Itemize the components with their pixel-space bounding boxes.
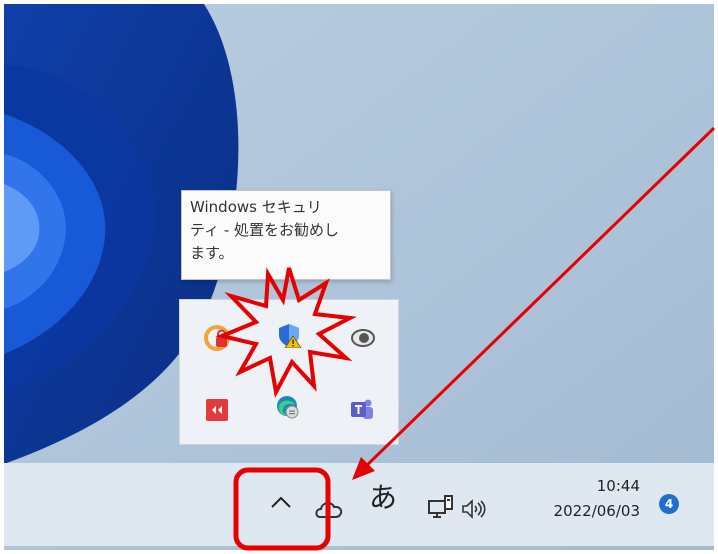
clock-time[interactable]: 10:44	[540, 477, 640, 495]
ime-mode-indicator[interactable]: あ	[369, 476, 397, 516]
network-icon[interactable]	[427, 494, 455, 522]
windows-security-warning-icon[interactable]	[276, 322, 302, 348]
notification-badge[interactable]: 4	[659, 494, 679, 514]
hidden-icons-tray	[179, 299, 399, 445]
vpn-lock-icon[interactable]	[204, 325, 230, 351]
volume-icon[interactable]	[461, 498, 487, 520]
show-hidden-icons-button[interactable]	[270, 490, 292, 515]
onedrive-icon[interactable]	[314, 497, 344, 519]
edge-icon[interactable]	[275, 394, 301, 420]
windows-security-tooltip: Windows セキュリ ティ - 処置をお勧めし ます。	[181, 190, 391, 280]
clock-date[interactable]: 2022/06/03	[510, 502, 640, 520]
teams-icon[interactable]	[349, 396, 375, 422]
remote-app-icon[interactable]	[204, 397, 230, 423]
eye-icon[interactable]	[350, 325, 376, 351]
